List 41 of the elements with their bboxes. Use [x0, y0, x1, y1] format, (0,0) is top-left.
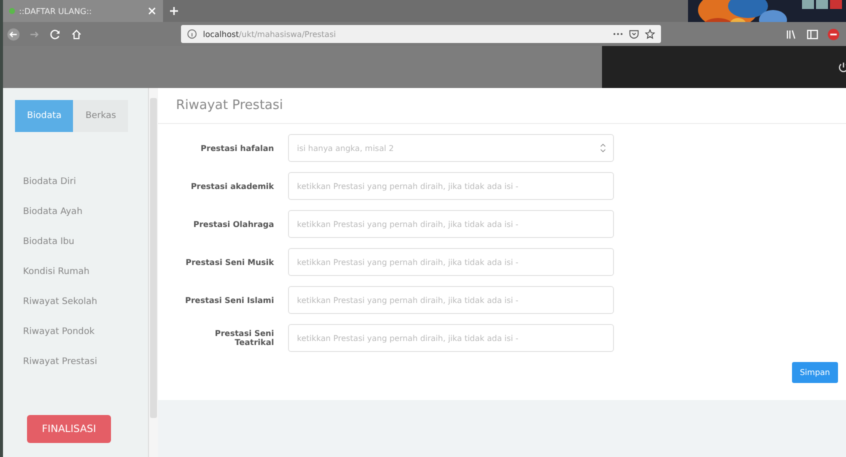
input-field[interactable]: ketikkan Prestasi yang pernah diraih, jika tidak ada isi -	[288, 210, 614, 238]
input-field[interactable]: ketikkan Prestasi yang pernah diraih, jika tidak ada isi -	[288, 324, 614, 352]
tab-title: ::DAFTAR ULANG::	[19, 6, 93, 16]
number-field[interactable]: isi hanya angka, misal 2	[288, 134, 614, 162]
sidebar-tab[interactable]: Berkas	[73, 100, 128, 132]
address-bar[interactable]: localhost/ukt/mahasiswa/Prestasi	[181, 25, 661, 43]
sidebar-tab[interactable]: Biodata	[15, 100, 74, 132]
spinner-icon[interactable]	[600, 143, 606, 153]
star-icon[interactable]	[645, 29, 655, 39]
sidebar-item[interactable]: Riwayat Sekolah	[23, 297, 148, 307]
back-icon[interactable]	[7, 28, 20, 40]
browser-tab[interactable]: ::DAFTAR ULANG::	[3, 0, 163, 22]
field-label: Prestasi Seni Islami	[184, 296, 274, 304]
sidebar-item[interactable]: Biodata Ayah	[23, 207, 148, 217]
sidebar-item[interactable]: Riwayat Pondok	[23, 327, 148, 337]
favicon-icon	[9, 8, 15, 14]
info-icon[interactable]	[187, 29, 197, 39]
stop-sign-icon[interactable]	[827, 28, 840, 40]
sidebar-item[interactable]: Biodata Diri	[23, 177, 148, 187]
input-field[interactable]: ketikkan Prestasi yang pernah diraih, jika tidak ada isi -	[288, 172, 614, 200]
finalize-button[interactable]: FINALISASI	[27, 415, 111, 443]
scrollbar-thumb[interactable]	[150, 98, 157, 418]
sidebar-icon[interactable]	[806, 28, 819, 40]
library-icon[interactable]	[785, 28, 798, 40]
sidebar-item[interactable]: Riwayat Prestasi	[23, 357, 148, 367]
sidebar-item[interactable]: Kondisi Rumah	[23, 267, 148, 277]
input-field[interactable]: ketikkan Prestasi yang pernah diraih, jika tidak ada isi -	[288, 286, 614, 314]
scrollbar[interactable]	[148, 88, 158, 457]
field-label: Prestasi Seni Teatrikal	[214, 329, 274, 347]
form-title: Riwayat Prestasi	[158, 94, 846, 124]
field-label: Prestasi hafalan	[200, 144, 274, 152]
field-label: Prestasi akademik	[190, 182, 274, 190]
field-label: Prestasi Olahraga	[192, 220, 274, 228]
home-icon[interactable]	[70, 28, 83, 40]
save-button[interactable]: Simpan	[792, 362, 838, 383]
sidebar-item[interactable]: Biodata Ibu	[23, 237, 148, 247]
pocket-icon[interactable]	[629, 29, 639, 39]
field-label: Prestasi Seni Musik	[184, 258, 274, 266]
input-field[interactable]: ketikkan Prestasi yang pernah diraih, jika tidak ada isi -	[288, 248, 614, 276]
new-tab-icon[interactable]	[169, 6, 179, 16]
reload-icon[interactable]	[49, 28, 62, 40]
